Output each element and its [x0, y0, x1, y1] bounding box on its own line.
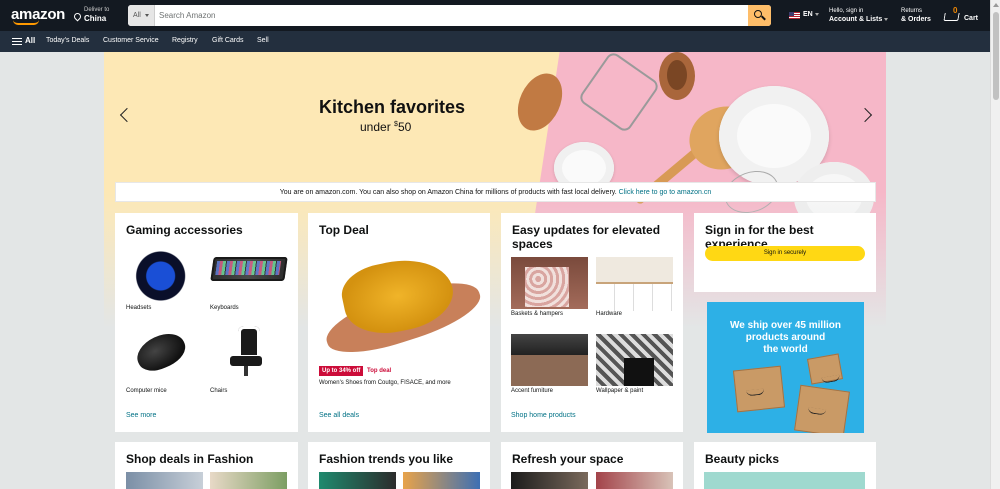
- location-pin-icon: [72, 11, 83, 22]
- hero-title: Kitchen favorites: [319, 97, 466, 117]
- chevron-down-icon: [814, 12, 819, 16]
- beauty-picks-image[interactable]: [704, 472, 865, 489]
- see-all-deals-link[interactable]: See all deals: [319, 412, 359, 419]
- deal-description[interactable]: Women's Shoes from Coutgo, FISACE, and m…: [319, 380, 451, 386]
- language-label: EN: [803, 11, 813, 18]
- search-category-label: All: [133, 12, 141, 19]
- notice-text: You are on amazon.com. You can also shop…: [279, 189, 619, 196]
- baskets-image: [511, 257, 588, 309]
- search-bar: All: [128, 5, 771, 26]
- shop-home-products-link[interactable]: Shop home products: [511, 412, 576, 419]
- card-title[interactable]: Top Deal: [319, 223, 369, 237]
- ladle-image: [659, 52, 695, 100]
- amazon-cn-link[interactable]: Click here to go to amazon.cn: [619, 189, 712, 196]
- quad-caption: Wallpaper & paint: [596, 388, 644, 394]
- accent-furniture-image: [511, 334, 588, 386]
- fashion-trend-image[interactable]: [319, 472, 396, 489]
- deliver-to-label: Deliver to: [84, 7, 110, 13]
- deliver-to-country: China: [84, 14, 107, 23]
- card-title[interactable]: Gaming accessories: [126, 223, 243, 237]
- chevron-down-icon: [884, 17, 889, 21]
- fashion-trend-image[interactable]: [403, 472, 480, 489]
- nav-sell[interactable]: Sell: [257, 37, 269, 44]
- card-title[interactable]: Fashion trends you like: [319, 452, 453, 466]
- computer-mouse-image: [126, 326, 203, 386]
- quad-caption: Accent furniture: [511, 388, 554, 394]
- hero-subtitle: under $50: [360, 120, 412, 134]
- search-input[interactable]: [156, 5, 748, 26]
- returns-and-orders[interactable]: Returns & Orders: [901, 8, 931, 24]
- card-gaming-accessories: Gaming accessories Headsets Keyboards Co…: [115, 213, 298, 432]
- returns-label: Returns: [901, 8, 923, 14]
- orders-label: & Orders: [901, 16, 931, 23]
- nav-registry[interactable]: Registry: [172, 37, 198, 44]
- card-refresh-space: Refresh your space: [501, 442, 683, 489]
- see-more-link[interactable]: See more: [126, 412, 156, 419]
- sub-nav: All Today's Deals Customer Service Regis…: [0, 31, 990, 52]
- quad-caption: Baskets & hampers: [511, 311, 564, 317]
- card-home-updates: Easy updates for elevated spaces Baskets …: [501, 213, 683, 432]
- international-shipping-ad[interactable]: We ship over 45 million products around …: [707, 302, 864, 433]
- top-deal-label: Top deal: [367, 368, 392, 374]
- sandal-product-image[interactable]: [313, 243, 487, 365]
- nav-all-button[interactable]: All: [25, 36, 35, 45]
- keyboard-image: [210, 243, 288, 303]
- scrollbar-thumb[interactable]: [993, 12, 999, 100]
- shipping-box-icon: [732, 365, 786, 413]
- page-scrollbar[interactable]: [990, 0, 1000, 489]
- nav-todays-deals[interactable]: Today's Deals: [46, 37, 89, 44]
- refresh-space-image[interactable]: [596, 472, 673, 489]
- hardware-image: [596, 257, 673, 311]
- card-title[interactable]: Easy updates for elevated spaces: [512, 223, 660, 251]
- headset-image: [126, 243, 203, 303]
- card-fashion-trends: Fashion trends you like: [308, 442, 490, 489]
- refresh-space-image[interactable]: [511, 472, 588, 489]
- shipping-box-icon: [806, 353, 844, 385]
- top-nav: amazon Deliver to China All EN Hello, si…: [0, 0, 990, 31]
- quad-caption: Hardware: [596, 311, 623, 317]
- hamburger-menu-icon[interactable]: [12, 38, 22, 45]
- fashion-deal-image[interactable]: [210, 472, 287, 489]
- card-beauty-picks: Beauty picks: [694, 442, 876, 489]
- cart-label: Cart: [964, 15, 979, 22]
- card-fashion-deals: Shop deals in Fashion: [115, 442, 298, 489]
- sign-in-button[interactable]: Sign in securely: [705, 246, 865, 261]
- chevron-down-icon: [145, 14, 149, 17]
- nav-gift-cards[interactable]: Gift Cards: [212, 37, 244, 44]
- discount-badge: Up to 34% off: [319, 366, 364, 376]
- amazon-logo-smile-icon: [13, 20, 39, 25]
- scroll-up-arrow-icon[interactable]: [993, 3, 999, 7]
- ship-ad-text: We ship over 45 million products around …: [730, 320, 841, 355]
- card-title[interactable]: Beauty picks: [705, 452, 779, 466]
- wallpaper-image: [596, 334, 673, 386]
- card-title[interactable]: Shop deals in Fashion: [126, 452, 253, 466]
- account-and-lists[interactable]: Hello, sign in Account & Lists: [829, 8, 889, 24]
- cart-count: 0: [953, 6, 958, 15]
- quad-caption: Headsets: [126, 305, 152, 311]
- carousel-prev-arrow-icon[interactable]: [119, 107, 135, 123]
- fashion-deal-image[interactable]: [126, 472, 203, 489]
- search-button[interactable]: [748, 5, 771, 26]
- quad-caption: Chairs: [210, 388, 228, 394]
- card-top-deal: Top Deal Up to 34% off Top deal Women's …: [308, 213, 490, 432]
- nav-customer-service[interactable]: Customer Service: [103, 37, 159, 44]
- shipping-box-icon: [794, 384, 850, 433]
- quad-caption: Keyboards: [210, 305, 239, 311]
- account-greeting: Hello, sign in: [829, 8, 864, 14]
- us-flag-icon: [789, 12, 800, 19]
- gaming-chair-image: [210, 326, 287, 386]
- card-sign-in: Sign in for the best experience Sign in …: [694, 213, 876, 292]
- card-title[interactable]: Refresh your space: [512, 452, 623, 466]
- quad-caption: Computer mice: [126, 388, 167, 394]
- search-category-dropdown[interactable]: All: [128, 5, 155, 26]
- amazon-china-notice: You are on amazon.com. You can also shop…: [115, 182, 876, 202]
- account-lists-label: Account & Lists: [829, 16, 883, 23]
